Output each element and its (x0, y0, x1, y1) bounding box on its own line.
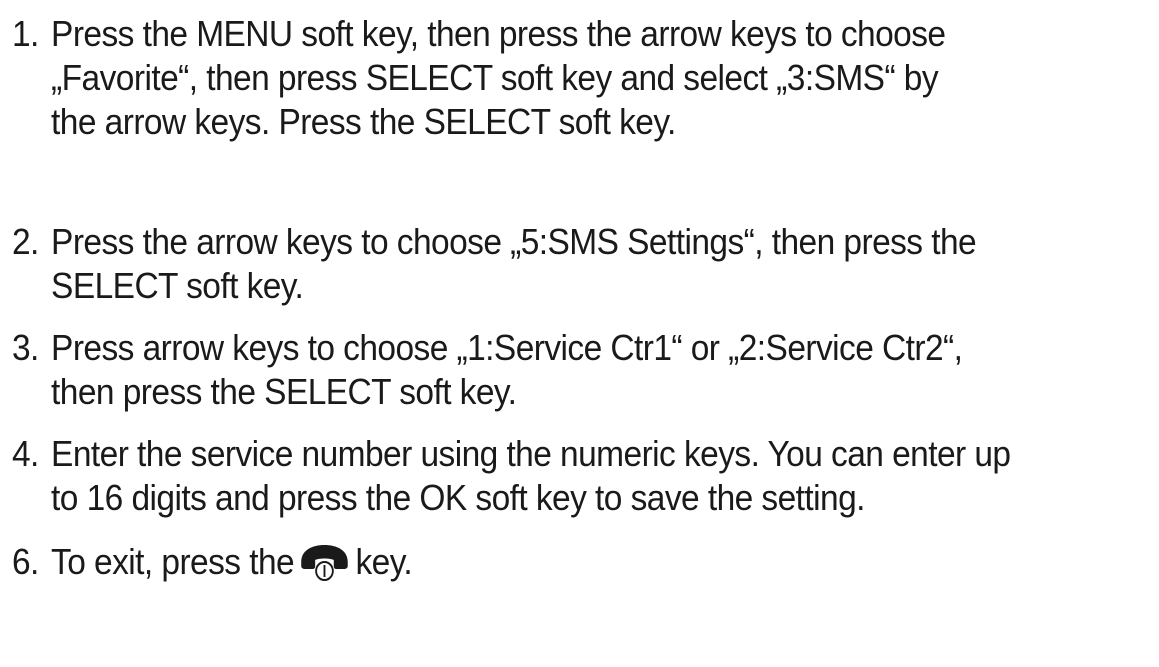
instruction-document: 1. Press the MENU soft key, then press th… (0, 0, 1159, 667)
step-2-line-1: 2. Press the arrow keys to choose „5:SMS … (12, 220, 1072, 264)
step-text: Press the arrow keys to choose „5:SMS Se… (51, 221, 977, 262)
step-2: 2. Press the arrow keys to choose „5:SMS … (12, 220, 1072, 308)
step-3-line-2: then press the SELECT soft key. (51, 371, 517, 412)
step-6: 6. To exit, press the key. (12, 540, 1072, 584)
step-number: 4. (12, 433, 39, 474)
step-4-line-1: 4. Enter the service number using the num… (12, 432, 1072, 476)
step-1-line-3: the arrow keys. Press the SELECT soft ke… (51, 101, 676, 142)
step-number: 2. (12, 221, 39, 262)
step-text-after-icon: key. (355, 541, 413, 582)
step-1-line-1: 1. Press the MENU soft key, then press th… (12, 12, 1072, 56)
step-text: Press arrow keys to choose „1:Service Ct… (51, 327, 963, 368)
step-number: 6. (12, 541, 39, 582)
step-text: Enter the service number using the numer… (51, 433, 1011, 474)
step-2-line-2: SELECT soft key. (51, 265, 304, 306)
step-text: Press the MENU soft key, then press the … (51, 13, 946, 54)
step-3: 3. Press arrow keys to choose „1:Service … (12, 326, 1072, 414)
step-6-line-1: 6. To exit, press the key. (12, 540, 1072, 584)
step-1-line-2: „Favorite“, then press SELECT soft key a… (51, 57, 939, 98)
step-number: 3. (12, 327, 39, 368)
step-3-line-1: 3. Press arrow keys to choose „1:Service … (12, 326, 1072, 370)
step-text-before-icon: To exit, press the (51, 541, 295, 582)
step-1: 1. Press the MENU soft key, then press th… (12, 12, 1072, 144)
hang-up-phone-icon (301, 545, 349, 581)
step-4-line-2: to 16 digits and press the OK soft key t… (51, 477, 865, 518)
step-number: 1. (12, 13, 39, 54)
step-4: 4. Enter the service number using the num… (12, 432, 1072, 520)
